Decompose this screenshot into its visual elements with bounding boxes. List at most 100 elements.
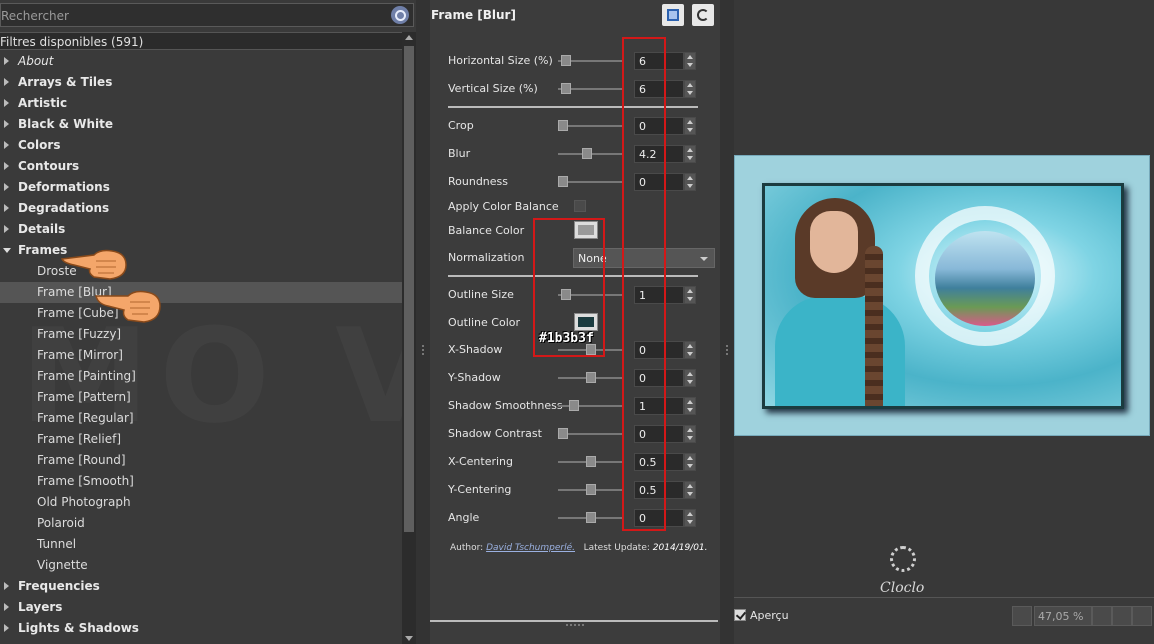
color-swatch-button[interactable] (574, 221, 598, 239)
splitter-grip-icon[interactable] (422, 345, 424, 355)
collapsed-arrow-icon[interactable] (4, 225, 9, 233)
parameter-value-field[interactable]: 0 (634, 509, 684, 527)
preview-canvas[interactable]: Cloclo (734, 0, 1154, 598)
slider-handle[interactable] (561, 55, 571, 66)
parameter-slider[interactable] (558, 289, 624, 300)
collapsed-arrow-icon[interactable] (4, 582, 9, 590)
spin-arrows-icon[interactable] (684, 52, 696, 70)
copy-to-clipboard-button[interactable] (662, 4, 684, 26)
slider-handle[interactable] (558, 176, 568, 187)
parameter-slider[interactable] (558, 83, 624, 94)
parameter-value-field[interactable]: 0 (634, 341, 684, 359)
tree-item[interactable]: Old Photograph (0, 492, 402, 513)
collapsed-arrow-icon[interactable] (4, 141, 9, 149)
slider-handle[interactable] (561, 83, 571, 94)
tree-item[interactable]: Frame [Regular] (0, 408, 402, 429)
slider-handle[interactable] (586, 372, 596, 383)
apply-color-balance-checkbox[interactable] (574, 200, 586, 212)
parameter-value-field[interactable]: 0 (634, 117, 684, 135)
scrollbar-thumb[interactable] (404, 46, 414, 532)
collapsed-arrow-icon[interactable] (4, 120, 9, 128)
tree-item[interactable]: Black & White (0, 114, 402, 135)
tree-item[interactable]: Frame [Mirror] (0, 345, 402, 366)
tree-item[interactable]: Details (0, 219, 402, 240)
parameter-slider[interactable] (558, 400, 624, 411)
spin-arrows-icon[interactable] (684, 173, 696, 191)
slider-handle[interactable] (558, 428, 568, 439)
tree-item[interactable]: Contours (0, 156, 402, 177)
search-icon[interactable] (391, 6, 409, 24)
tree-item[interactable]: Frame [Pattern] (0, 387, 402, 408)
expanded-arrow-icon[interactable] (3, 248, 11, 253)
spin-arrows-icon[interactable] (684, 509, 696, 527)
tree-item[interactable]: Frame [Painting] (0, 366, 402, 387)
spin-arrows-icon[interactable] (684, 369, 696, 387)
collapsed-arrow-icon[interactable] (4, 624, 9, 632)
tree-item[interactable]: Arrays & Tiles (0, 72, 402, 93)
parameter-slider[interactable] (558, 372, 624, 383)
tree-item[interactable]: Polaroid (0, 513, 402, 534)
parameter-slider[interactable] (558, 55, 624, 66)
search-field[interactable]: Rechercher (0, 3, 414, 27)
tree-item[interactable]: About (0, 51, 402, 72)
tree-item[interactable]: Frame [Blur] (0, 282, 402, 303)
tree-item[interactable]: Lights & Shadows (0, 618, 402, 639)
filter-tree-scrollbar[interactable] (402, 32, 416, 644)
parameter-value-field[interactable]: 1 (634, 397, 684, 415)
scroll-down-arrow-icon[interactable] (405, 636, 413, 641)
parameter-value-field[interactable]: 6 (634, 80, 684, 98)
tree-item[interactable]: Frequencies (0, 576, 402, 597)
reset-parameters-button[interactable] (692, 4, 714, 26)
parameter-slider[interactable] (558, 176, 624, 187)
preview-checkbox[interactable] (734, 609, 746, 621)
zoom-level-field[interactable]: 47,05 % (1034, 606, 1092, 626)
collapsed-arrow-icon[interactable] (4, 183, 9, 191)
slider-handle[interactable] (582, 148, 592, 159)
spin-arrows-icon[interactable] (684, 397, 696, 415)
horizontal-splitter-grip-icon[interactable] (566, 624, 584, 626)
parameter-slider[interactable] (558, 428, 624, 439)
spin-arrows-icon[interactable] (684, 80, 696, 98)
tree-item[interactable]: Vignette (0, 555, 402, 576)
parameter-value-field[interactable]: 1 (634, 286, 684, 304)
slider-handle[interactable] (586, 512, 596, 523)
tree-item[interactable]: Frame [Round] (0, 450, 402, 471)
parameter-value-field[interactable]: 6 (634, 52, 684, 70)
slider-handle[interactable] (561, 289, 571, 300)
parameter-value-field[interactable]: 4.2 (634, 145, 684, 163)
spin-arrows-icon[interactable] (684, 425, 696, 443)
parameter-slider[interactable] (558, 148, 624, 159)
parameter-slider[interactable] (558, 344, 624, 355)
normalization-select[interactable]: None (573, 248, 715, 268)
tree-item[interactable]: Layers (0, 597, 402, 618)
parameter-value-field[interactable]: 0 (634, 369, 684, 387)
zoom-in-button[interactable] (1112, 606, 1132, 626)
collapsed-arrow-icon[interactable] (4, 57, 9, 65)
tree-item[interactable]: Colors (0, 135, 402, 156)
left-splitter[interactable] (416, 0, 430, 644)
author-link[interactable]: David Tschumperlé. (486, 543, 575, 553)
parameter-slider[interactable] (558, 512, 624, 523)
parameter-value-field[interactable]: 0 (634, 173, 684, 191)
parameter-slider[interactable] (558, 484, 624, 495)
scroll-up-arrow-icon[interactable] (405, 35, 413, 40)
zoom-out-button[interactable] (1012, 606, 1032, 626)
slider-handle[interactable] (586, 456, 596, 467)
slider-handle[interactable] (569, 400, 579, 411)
preview-toggle[interactable]: Aperçu (734, 608, 854, 624)
parameter-value-field[interactable]: 0.5 (634, 453, 684, 471)
parameter-value-field[interactable]: 0.5 (634, 481, 684, 499)
slider-handle[interactable] (586, 484, 596, 495)
parameter-slider[interactable] (558, 120, 624, 131)
spin-arrows-icon[interactable] (684, 117, 696, 135)
tree-item[interactable]: Frame [Cube] (0, 303, 402, 324)
collapsed-arrow-icon[interactable] (4, 162, 9, 170)
color-swatch-button[interactable] (574, 313, 598, 331)
spin-arrows-icon[interactable] (684, 453, 696, 471)
search-input[interactable]: Rechercher (1, 9, 69, 23)
slider-handle[interactable] (558, 120, 568, 131)
tree-item[interactable]: Frame [Smooth] (0, 471, 402, 492)
spin-arrows-icon[interactable] (684, 286, 696, 304)
spin-arrows-icon[interactable] (684, 145, 696, 163)
collapsed-arrow-icon[interactable] (4, 204, 9, 212)
